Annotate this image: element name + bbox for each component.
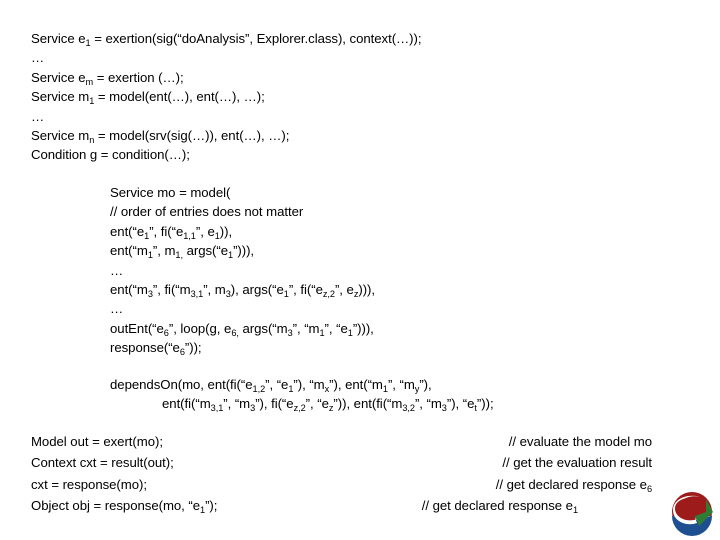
decl-6: Service mn = model(srv(sig(…)), ent(…), …: [31, 127, 290, 145]
bottom-comment-3: // get declared response e6: [495, 476, 652, 494]
model-9: response(“e6”));: [110, 340, 202, 358]
service-declarations-block: Service e1 = exertion(sig(“doAnalysis”, …: [31, 29, 422, 165]
decl-4: Service m1 = model(ent(…), ent(…), …);: [31, 89, 265, 107]
sorcer-logo-svg: [672, 492, 713, 536]
bottom-comment-1: // evaluate the model mo: [508, 434, 652, 449]
model-definition-block: Service mo = model( // order of entries d…: [110, 183, 375, 358]
decl-3: Service em = exertion (…);: [31, 69, 184, 87]
model-7: …: [110, 301, 124, 317]
bottom-code-4: Object obj = response(mo, “e1”);: [31, 498, 218, 516]
bottom-code-2: Context cxt = result(out);: [31, 455, 174, 471]
bottom-comment-4: // get declared response e1: [421, 498, 578, 516]
bottom-comment-2: // get the evaluation result: [502, 455, 652, 471]
model-4: ent(“m1”, m1, args(“e1”))),: [110, 243, 255, 261]
model-2: // order of entries does not matter: [110, 204, 304, 220]
slide-canvas: Service e1 = exertion(sig(“doAnalysis”, …: [0, 0, 720, 540]
decl-1: Service e1 = exertion(sig(“doAnalysis”, …: [31, 31, 422, 48]
model-1: Service mo = model(: [110, 185, 231, 200]
decl-2: …: [31, 50, 45, 66]
depends-2: ent(fi(“m3,1”, “m3”), fi(“ez,2”, “ez”)),…: [162, 396, 494, 414]
decl-7: Condition g = condition(…);: [31, 147, 190, 163]
bottom-comment-block: // evaluate the model mo // get the evalu…: [330, 432, 652, 518]
model-5: …: [110, 262, 124, 278]
bottom-code-1: Model out = exert(mo);: [31, 434, 163, 449]
bottom-code-3: cxt = response(mo);: [31, 476, 147, 492]
sorcer-logo-icon: [668, 490, 716, 536]
model-3: ent(“e1”, fi(“e1,1”, e1)),: [110, 223, 233, 241]
model-6: ent(“m3”, fi(“m3,1”, m3), args(“e1”, fi(…: [110, 281, 376, 299]
bottom-code-block: Model out = exert(mo); Context cxt = resu…: [31, 432, 217, 518]
decl-5: …: [31, 108, 45, 124]
model-8: outEnt(“e6”, loop(g, e6, args(“m3”, “m1”…: [110, 320, 374, 338]
depends-on-block: dependsOn(mo, ent(fi(“e1,2”, “e1”), “mx”…: [110, 375, 494, 414]
bottom-section: Model out = exert(mo); Context cxt = resu…: [0, 432, 720, 518]
depends-1: dependsOn(mo, ent(fi(“e1,2”, “e1”), “mx”…: [110, 377, 432, 394]
